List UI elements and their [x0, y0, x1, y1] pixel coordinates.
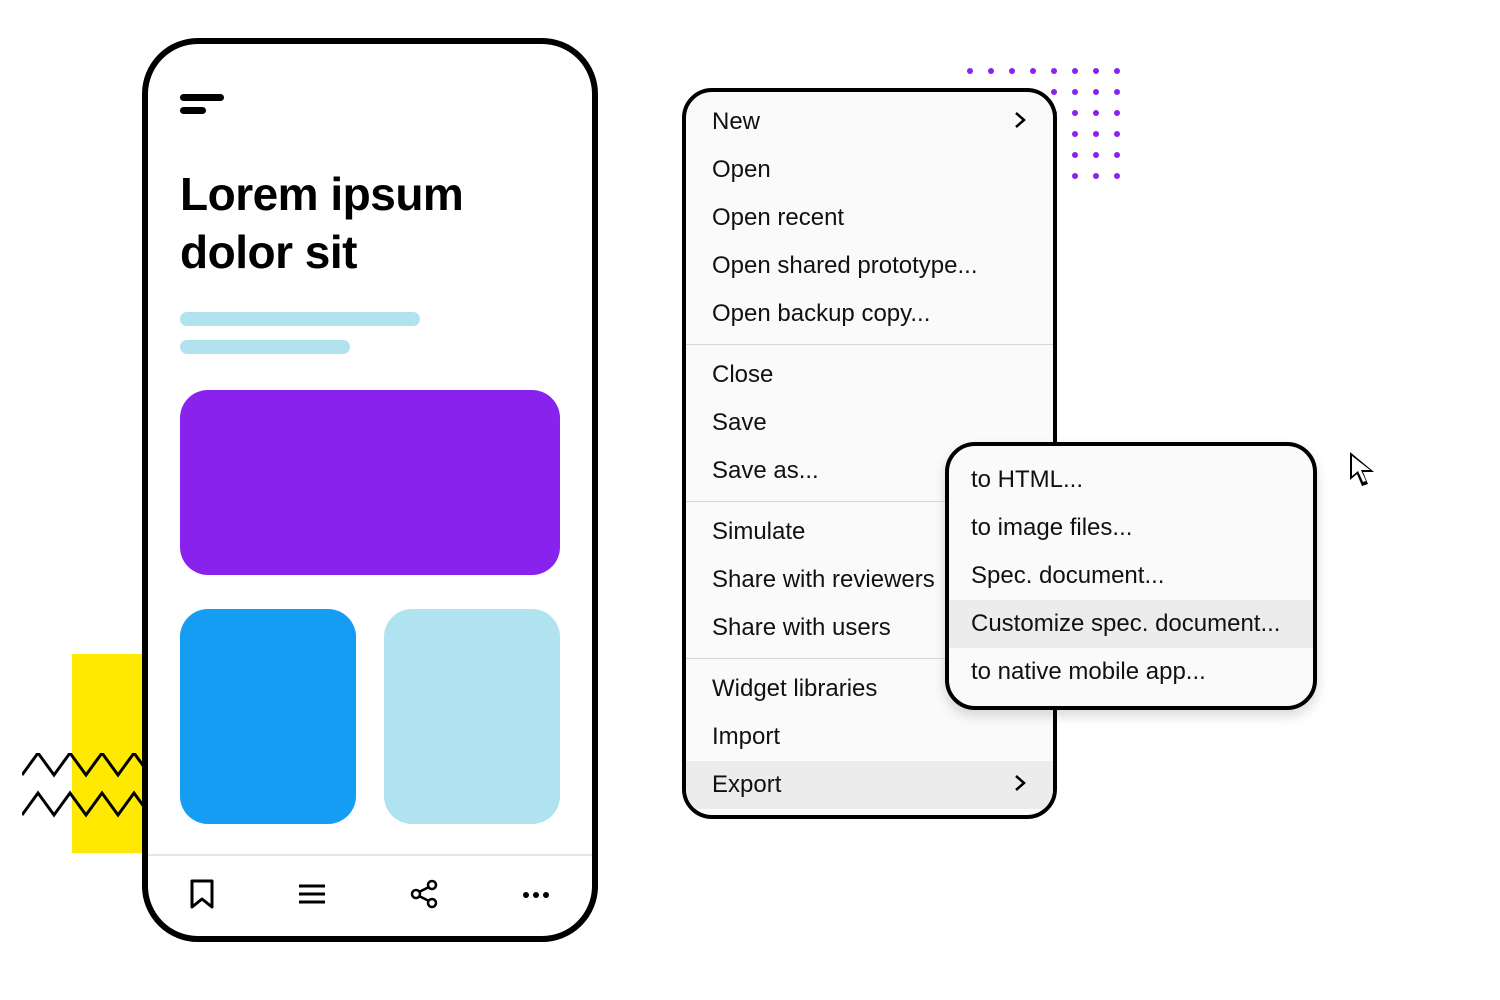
menu-item-label: Export	[712, 771, 781, 799]
menu-item-open[interactable]: Open	[686, 146, 1053, 194]
menu-item-label: Open recent	[712, 204, 844, 232]
menu-item-label: Share with users	[712, 614, 891, 642]
menu-item-label: Spec. document...	[971, 562, 1164, 590]
submenu-item-to-html[interactable]: to HTML...	[949, 456, 1313, 504]
menu-item-label: Close	[712, 361, 773, 389]
card-large-purple[interactable]	[180, 390, 560, 575]
menu-item-label: Share with reviewers	[712, 566, 935, 594]
submenu-item-spec-doc[interactable]: Spec. document...	[949, 552, 1313, 600]
submenu-item-customize-spec[interactable]: Customize spec. document...	[949, 600, 1313, 648]
menu-item-import[interactable]: Import	[686, 713, 1053, 761]
menu-item-open-shared[interactable]: Open shared prototype...	[686, 242, 1053, 290]
export-submenu: to HTML... to image files... Spec. docum…	[945, 442, 1317, 710]
more-icon[interactable]	[521, 887, 551, 905]
menu-item-label: Import	[712, 723, 780, 751]
menu-item-label: to HTML...	[971, 466, 1083, 494]
chevron-right-icon	[1013, 771, 1027, 799]
hamburger-icon[interactable]	[180, 94, 224, 118]
tab-bar	[148, 854, 592, 936]
card-small-blue[interactable]	[180, 609, 356, 824]
menu-item-label: New	[712, 108, 760, 136]
phone-mockup: Lorem ipsum dolor sit	[142, 38, 598, 942]
submenu-item-native-app[interactable]: to native mobile app...	[949, 648, 1313, 696]
menu-item-label: Customize spec. document...	[971, 610, 1280, 638]
chevron-right-icon	[1013, 108, 1027, 136]
menu-item-label: to image files...	[971, 514, 1132, 542]
list-icon[interactable]	[297, 882, 327, 911]
subtitle-placeholder	[180, 312, 420, 368]
decorative-zigzag	[22, 753, 152, 843]
menu-item-save[interactable]: Save	[686, 399, 1053, 447]
share-icon[interactable]	[409, 879, 439, 914]
menu-item-label: Save	[712, 409, 767, 437]
menu-item-open-recent[interactable]: Open recent	[686, 194, 1053, 242]
menu-item-label: Open shared prototype...	[712, 252, 978, 280]
page-title: Lorem ipsum dolor sit	[180, 166, 463, 281]
title-line-1: Lorem ipsum	[180, 168, 463, 220]
card-small-lightblue[interactable]	[384, 609, 560, 824]
bookmark-icon[interactable]	[189, 879, 215, 914]
menu-item-export[interactable]: Export	[686, 761, 1053, 809]
menu-item-label: Open backup copy...	[712, 300, 930, 328]
menu-item-open-backup[interactable]: Open backup copy...	[686, 290, 1053, 338]
menu-item-label: Simulate	[712, 518, 805, 546]
menu-item-new[interactable]: New	[686, 98, 1053, 146]
submenu-item-to-image[interactable]: to image files...	[949, 504, 1313, 552]
menu-item-close[interactable]: Close	[686, 351, 1053, 399]
menu-item-label: Widget libraries	[712, 675, 877, 703]
title-line-2: dolor sit	[180, 226, 357, 278]
menu-item-label: Open	[712, 156, 771, 184]
mouse-cursor-icon	[1348, 450, 1378, 490]
menu-item-label: Save as...	[712, 457, 819, 485]
menu-item-label: to native mobile app...	[971, 658, 1206, 686]
